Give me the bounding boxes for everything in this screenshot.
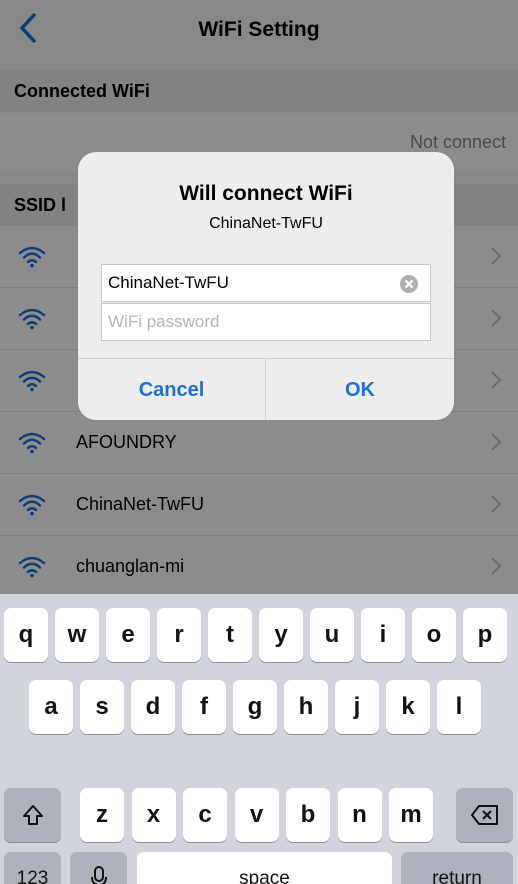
shift-key[interactable]	[4, 788, 61, 842]
delete-key[interactable]	[456, 788, 513, 842]
key-e[interactable]: e	[106, 608, 150, 662]
key-m[interactable]: m	[389, 788, 433, 842]
key-l[interactable]: l	[437, 680, 481, 734]
key-i[interactable]: i	[361, 608, 405, 662]
key-u[interactable]: u	[310, 608, 354, 662]
clear-text-icon[interactable]	[400, 275, 418, 293]
key-w[interactable]: w	[55, 608, 99, 662]
key-a[interactable]: a	[29, 680, 73, 734]
key-p[interactable]: p	[463, 608, 507, 662]
key-o[interactable]: o	[412, 608, 456, 662]
dialog-subtitle: ChinaNet-TwFU	[209, 215, 323, 232]
dialog-button-bar: Cancel OK	[78, 358, 454, 420]
key-h[interactable]: h	[284, 680, 328, 734]
key-f[interactable]: f	[182, 680, 226, 734]
dialog-title: Will connect WiFi	[179, 182, 353, 205]
key-d[interactable]: d	[131, 680, 175, 734]
ok-button[interactable]: OK	[266, 359, 454, 420]
on-screen-keyboard: 123 space return qwertyuiop asdfghjkl zxcv…	[0, 594, 518, 884]
key-b[interactable]: b	[286, 788, 330, 842]
connect-wifi-dialog: Will connect WiFi ChinaNet-TwFU Cancel O…	[78, 152, 454, 420]
microphone-icon	[90, 866, 107, 884]
space-key[interactable]: space	[137, 852, 392, 884]
shift-icon	[22, 805, 43, 825]
key-q[interactable]: q	[4, 608, 48, 662]
key-j[interactable]: j	[335, 680, 379, 734]
key-t[interactable]: t	[208, 608, 252, 662]
return-key[interactable]: return	[401, 852, 513, 884]
key-n[interactable]: n	[337, 788, 382, 842]
backspace-icon	[470, 805, 498, 825]
key-v[interactable]: v	[234, 788, 279, 842]
key-y[interactable]: y	[259, 608, 303, 662]
key-s[interactable]: s	[80, 680, 124, 734]
key-k[interactable]: k	[386, 680, 430, 734]
password-input[interactable]	[108, 304, 388, 340]
key-x[interactable]: x	[131, 788, 176, 842]
dictation-key[interactable]	[70, 852, 127, 884]
key-z[interactable]: z	[80, 788, 124, 842]
key-r[interactable]: r	[157, 608, 201, 662]
password-field[interactable]	[101, 303, 431, 341]
ssid-field[interactable]	[101, 264, 431, 302]
key-c[interactable]: c	[183, 788, 227, 842]
cancel-button[interactable]: Cancel	[78, 359, 266, 420]
key-g[interactable]: g	[233, 680, 277, 734]
numbers-key[interactable]: 123	[4, 852, 61, 884]
ssid-input[interactable]	[108, 265, 388, 301]
